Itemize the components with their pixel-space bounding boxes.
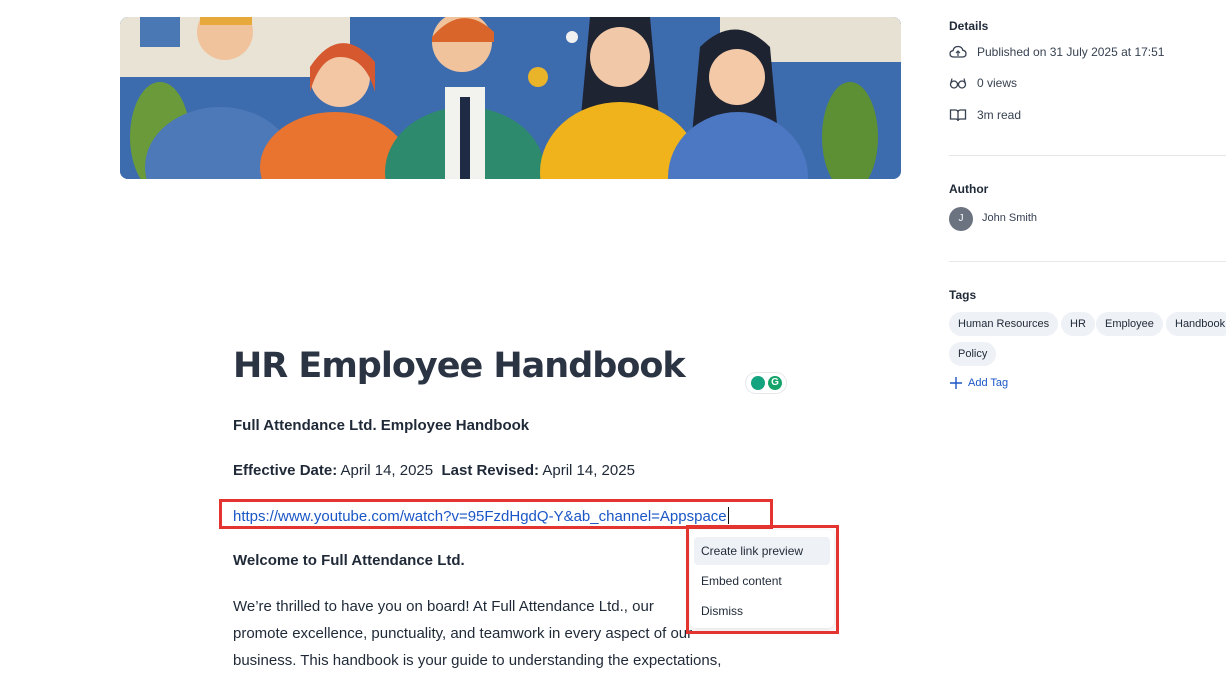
views-row: 0 views: [949, 74, 1017, 92]
published-row: Published on 31 July 2025 at 17:51: [949, 43, 1164, 61]
avatar[interactable]: J: [949, 207, 973, 231]
grammarly-icon[interactable]: G: [768, 376, 782, 390]
tag-human-resources[interactable]: Human Resources: [949, 312, 1059, 336]
plus-icon: [949, 376, 963, 390]
lightbulb-icon[interactable]: [751, 376, 765, 390]
tag-policy[interactable]: Policy: [949, 342, 997, 366]
tag-handbook[interactable]: Handbook: [1166, 312, 1226, 336]
details-heading: Details: [949, 19, 989, 33]
add-tag-label: Add Tag: [968, 377, 1009, 389]
views-text: 0 views: [977, 76, 1018, 90]
author-name[interactable]: John Smith: [982, 212, 1037, 224]
body-line-3: business. This handbook is your guide to…: [233, 652, 722, 669]
page-title: HR Employee Handbook: [233, 346, 686, 386]
divider: [949, 155, 1226, 156]
book-icon: [949, 106, 967, 124]
popup-highlight-box: [686, 525, 839, 634]
cloud-icon: [949, 43, 967, 61]
read-time-row: 3m read: [949, 106, 1021, 124]
effective-date-label: Effective Date:: [233, 462, 338, 479]
tags-heading: Tags: [949, 288, 977, 302]
cover-image: [120, 17, 901, 179]
read-time-text: 3m read: [977, 108, 1022, 122]
last-revised-label: Last Revised:: [441, 462, 540, 479]
published-text: Published on 31 July 2025 at 17:51: [977, 45, 1165, 59]
author-heading: Author: [949, 182, 989, 196]
subtitle: Full Attendance Ltd. Employee Handbook: [233, 417, 530, 434]
divider: [949, 261, 1226, 262]
tag-employee[interactable]: Employee: [1096, 312, 1163, 336]
add-tag-button[interactable]: Add Tag: [949, 376, 1008, 390]
tag-hr[interactable]: HR: [1061, 312, 1095, 336]
effective-date-value: April 14, 2025: [340, 462, 434, 479]
grammarly-widget[interactable]: G: [746, 373, 786, 393]
welcome-heading: Welcome to Full Attendance Ltd.: [233, 552, 465, 569]
dates-line: Effective Date: April 14, 2025 Last Revi…: [233, 462, 635, 479]
last-revised-value: April 14, 2025: [542, 462, 635, 479]
glasses-icon: [949, 74, 967, 92]
